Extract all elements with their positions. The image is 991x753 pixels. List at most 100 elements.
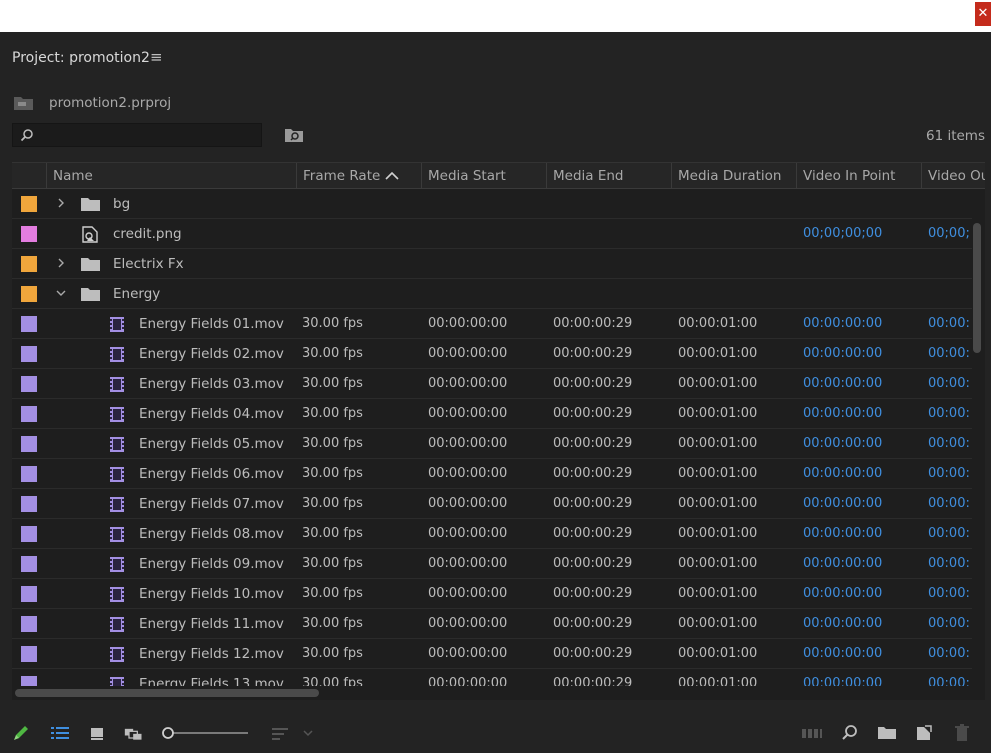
cell-video-in[interactable]: 00:00:00:00 bbox=[803, 639, 921, 669]
cell-video-in[interactable]: 00;00;00;00 bbox=[803, 219, 921, 249]
cell-video-in[interactable]: 00:00:00:00 bbox=[803, 429, 921, 459]
cell-video-out[interactable]: 00:00: bbox=[928, 549, 972, 579]
label-color-swatch[interactable] bbox=[21, 406, 37, 422]
header-frame-rate[interactable]: Frame Rate bbox=[296, 163, 421, 189]
table-row[interactable]: Energy Fields 03.mov 30.00 fps 00:00:00:00… bbox=[12, 369, 972, 399]
panel-menu-icon[interactable]: ≡ bbox=[150, 48, 163, 66]
label-color-swatch[interactable] bbox=[21, 196, 37, 212]
table-row[interactable]: Energy Fields 05.mov 30.00 fps 00:00:00:00… bbox=[12, 429, 972, 459]
label-color-swatch[interactable] bbox=[21, 496, 37, 512]
table-row[interactable]: Energy Fields 11.mov 30.00 fps 00:00:00:00… bbox=[12, 609, 972, 639]
label-color-swatch[interactable] bbox=[21, 646, 37, 662]
item-name[interactable]: Energy Fields 06.mov bbox=[139, 459, 284, 489]
table-row[interactable]: credit.png 00;00;00;00 00;00; bbox=[12, 219, 972, 249]
cell-video-in[interactable]: 00:00:00:00 bbox=[803, 489, 921, 519]
label-color-swatch[interactable] bbox=[21, 466, 37, 482]
cell-video-in[interactable]: 00:00:00:00 bbox=[803, 459, 921, 489]
table-row[interactable]: Energy Fields 02.mov 30.00 fps 00:00:00:00… bbox=[12, 339, 972, 369]
cell-video-out[interactable]: 00:00: bbox=[928, 369, 972, 399]
icon-view-icon[interactable] bbox=[88, 724, 108, 742]
item-name[interactable]: Energy Fields 04.mov bbox=[139, 399, 284, 429]
label-color-swatch[interactable] bbox=[21, 616, 37, 632]
zoom-slider[interactable] bbox=[160, 726, 250, 740]
table-row[interactable]: Energy Fields 04.mov 30.00 fps 00:00:00:00… bbox=[12, 399, 972, 429]
item-name[interactable]: Energy bbox=[113, 279, 160, 309]
label-color-swatch[interactable] bbox=[21, 376, 37, 392]
cell-video-out[interactable]: 00:00: bbox=[928, 579, 972, 609]
label-color-swatch[interactable] bbox=[21, 556, 37, 572]
table-row[interactable]: Energy Fields 12.mov 30.00 fps 00:00:00:00… bbox=[12, 639, 972, 669]
search-input[interactable] bbox=[12, 123, 262, 147]
cell-video-in[interactable]: 00:00:00:00 bbox=[803, 309, 921, 339]
item-name[interactable]: Energy Fields 09.mov bbox=[139, 549, 284, 579]
header-media-end[interactable]: Media End bbox=[546, 163, 671, 189]
label-color-swatch[interactable] bbox=[21, 526, 37, 542]
table-row[interactable]: Energy Fields 09.mov 30.00 fps 00:00:00:00… bbox=[12, 549, 972, 579]
table-row[interactable]: Energy Fields 06.mov 30.00 fps 00:00:00:00… bbox=[12, 459, 972, 489]
item-name[interactable]: Energy Fields 05.mov bbox=[139, 429, 284, 459]
cell-video-in[interactable]: 00:00:00:00 bbox=[803, 549, 921, 579]
cell-video-out[interactable]: 00:00: bbox=[928, 309, 972, 339]
label-color-swatch[interactable] bbox=[21, 586, 37, 602]
header-media-start[interactable]: Media Start bbox=[421, 163, 546, 189]
panel-tab-title[interactable]: Project: promotion2 bbox=[12, 50, 150, 66]
cell-video-in[interactable]: 00:00:00:00 bbox=[803, 579, 921, 609]
header-video-in[interactable]: Video In Point bbox=[796, 163, 921, 189]
clear-icon[interactable] bbox=[952, 724, 972, 742]
item-name[interactable]: Energy Fields 03.mov bbox=[139, 369, 284, 399]
chevron-right-icon[interactable] bbox=[56, 198, 66, 208]
item-name[interactable]: Energy Fields 11.mov bbox=[139, 609, 284, 639]
automate-to-sequence-icon[interactable] bbox=[800, 724, 824, 742]
label-color-swatch[interactable] bbox=[21, 436, 37, 452]
item-name[interactable]: Energy Fields 07.mov bbox=[139, 489, 284, 519]
item-name[interactable]: credit.png bbox=[113, 219, 182, 249]
item-name[interactable]: Energy Fields 08.mov bbox=[139, 519, 284, 549]
item-name[interactable]: Energy Fields 10.mov bbox=[139, 579, 284, 609]
table-row[interactable]: Energy Fields 01.mov 30.00 fps 00:00:00:00… bbox=[12, 309, 972, 339]
item-name[interactable]: Energy Fields 12.mov bbox=[139, 639, 284, 669]
cell-video-out[interactable]: 00:00: bbox=[928, 519, 972, 549]
cell-video-out[interactable]: 00:00: bbox=[928, 489, 972, 519]
cell-video-out[interactable]: 00;00; bbox=[928, 219, 972, 249]
find-icon[interactable] bbox=[840, 724, 860, 742]
label-color-swatch[interactable] bbox=[21, 256, 37, 272]
table-row[interactable]: Energy Fields 10.mov 30.00 fps 00:00:00:00… bbox=[12, 579, 972, 609]
table-row[interactable]: Energy Fields 08.mov 30.00 fps 00:00:00:00… bbox=[12, 519, 972, 549]
label-color-swatch[interactable] bbox=[21, 316, 37, 332]
label-color-swatch[interactable] bbox=[21, 226, 37, 242]
cell-video-out[interactable]: 00:00: bbox=[928, 609, 972, 639]
cell-video-in[interactable]: 00:00:00:00 bbox=[803, 609, 921, 639]
horizontal-scrollbar[interactable] bbox=[15, 689, 319, 697]
label-color-swatch[interactable] bbox=[21, 346, 37, 362]
header-name[interactable]: Name bbox=[46, 163, 296, 189]
header-label-column[interactable] bbox=[12, 163, 46, 189]
table-row[interactable]: Energy Fields 07.mov 30.00 fps 00:00:00:00… bbox=[12, 489, 972, 519]
folder-row[interactable]: Energy bbox=[12, 279, 972, 309]
cell-video-out[interactable]: 00:00: bbox=[928, 339, 972, 369]
chevron-right-icon[interactable] bbox=[56, 258, 66, 268]
cell-video-in[interactable]: 00:00:00:00 bbox=[803, 519, 921, 549]
item-name[interactable]: bg bbox=[113, 189, 130, 219]
new-item-icon[interactable] bbox=[914, 724, 934, 742]
list-view-icon[interactable] bbox=[50, 724, 70, 742]
sort-icon[interactable] bbox=[270, 724, 316, 742]
header-media-duration[interactable]: Media Duration bbox=[671, 163, 796, 189]
cell-video-out[interactable]: 00:00: bbox=[928, 429, 972, 459]
item-name[interactable]: Energy Fields 01.mov bbox=[139, 309, 284, 339]
cell-video-in[interactable]: 00:00:00:00 bbox=[803, 399, 921, 429]
item-name[interactable]: Electrix Fx bbox=[113, 249, 184, 279]
cell-video-in[interactable]: 00:00:00:00 bbox=[803, 339, 921, 369]
folder-row[interactable]: Electrix Fx bbox=[12, 249, 972, 279]
header-video-out[interactable]: Video Ou bbox=[921, 163, 985, 189]
chevron-down-icon[interactable] bbox=[56, 288, 66, 298]
new-bin-icon[interactable] bbox=[877, 724, 897, 742]
vertical-scrollbar[interactable] bbox=[973, 223, 981, 353]
label-color-swatch[interactable] bbox=[21, 286, 37, 302]
cell-video-out[interactable]: 00:00: bbox=[928, 459, 972, 489]
cell-video-out[interactable]: 00:00: bbox=[928, 399, 972, 429]
freeform-view-icon[interactable] bbox=[124, 724, 144, 742]
cell-video-out[interactable]: 00:00: bbox=[928, 639, 972, 669]
folder-row[interactable]: bg bbox=[12, 189, 972, 219]
cell-video-in[interactable]: 00:00:00:00 bbox=[803, 369, 921, 399]
item-name[interactable]: Energy Fields 02.mov bbox=[139, 339, 284, 369]
